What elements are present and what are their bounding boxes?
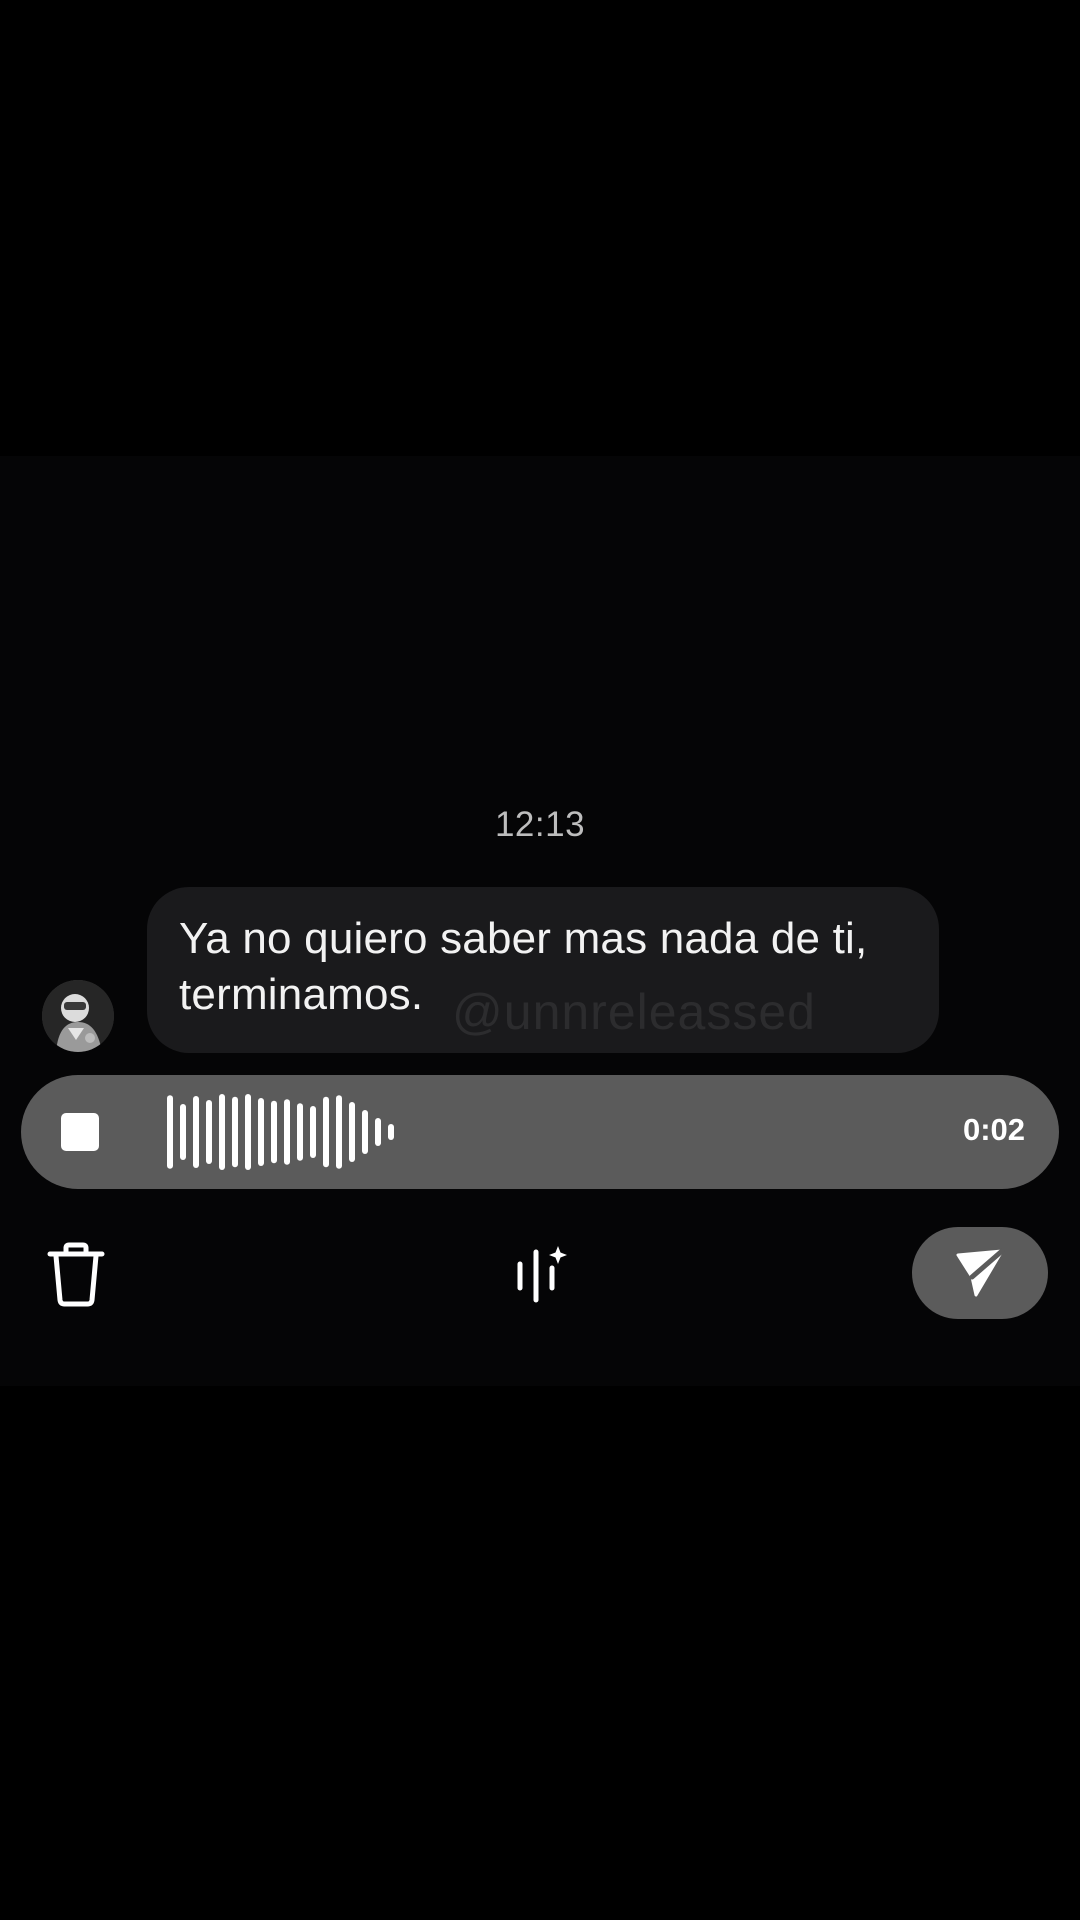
waveform-bar	[219, 1094, 225, 1170]
waveform-bar	[284, 1099, 290, 1165]
delete-recording-button[interactable]	[46, 1242, 106, 1308]
audio-effects-button[interactable]	[514, 1244, 570, 1304]
waveform-bar	[349, 1102, 355, 1162]
watermark: @unnreleassed	[452, 984, 816, 1040]
avatar[interactable]	[42, 980, 114, 1052]
audio-effects-icon	[517, 1246, 567, 1303]
voice-recorder-bar: 0:02	[21, 1075, 1059, 1189]
waveform-bar	[232, 1096, 238, 1168]
waveform-bar	[258, 1098, 264, 1166]
waveform-bar	[193, 1096, 199, 1168]
waveform-bar	[323, 1096, 329, 1168]
stop-recording-button[interactable]	[61, 1113, 99, 1151]
waveform-bar	[375, 1118, 381, 1146]
waveform-bar	[206, 1100, 212, 1164]
waveform-bar	[297, 1103, 303, 1161]
waveform-bar	[245, 1094, 251, 1170]
screen: 12:13 Ya no quiero saber mas nada de ti,…	[0, 0, 1080, 1920]
avatar-image	[42, 980, 114, 1052]
message-text-line-1: Ya no quiero saber mas nada de ti,	[179, 914, 868, 963]
waveform-bar	[388, 1124, 394, 1140]
trash-icon	[47, 1242, 105, 1307]
message-timestamp: 12:13	[494, 805, 586, 844]
waveform-bar	[310, 1106, 316, 1158]
send-button[interactable]	[912, 1227, 1048, 1319]
recording-duration: 0:02	[962, 1112, 1025, 1147]
waveform	[167, 1094, 394, 1170]
waveform-bar	[271, 1100, 277, 1164]
waveform-bar	[362, 1110, 368, 1154]
waveform-bar	[167, 1095, 173, 1169]
send-icon	[956, 1248, 1005, 1297]
waveform-bar	[180, 1104, 186, 1160]
waveform-bar	[336, 1095, 342, 1169]
